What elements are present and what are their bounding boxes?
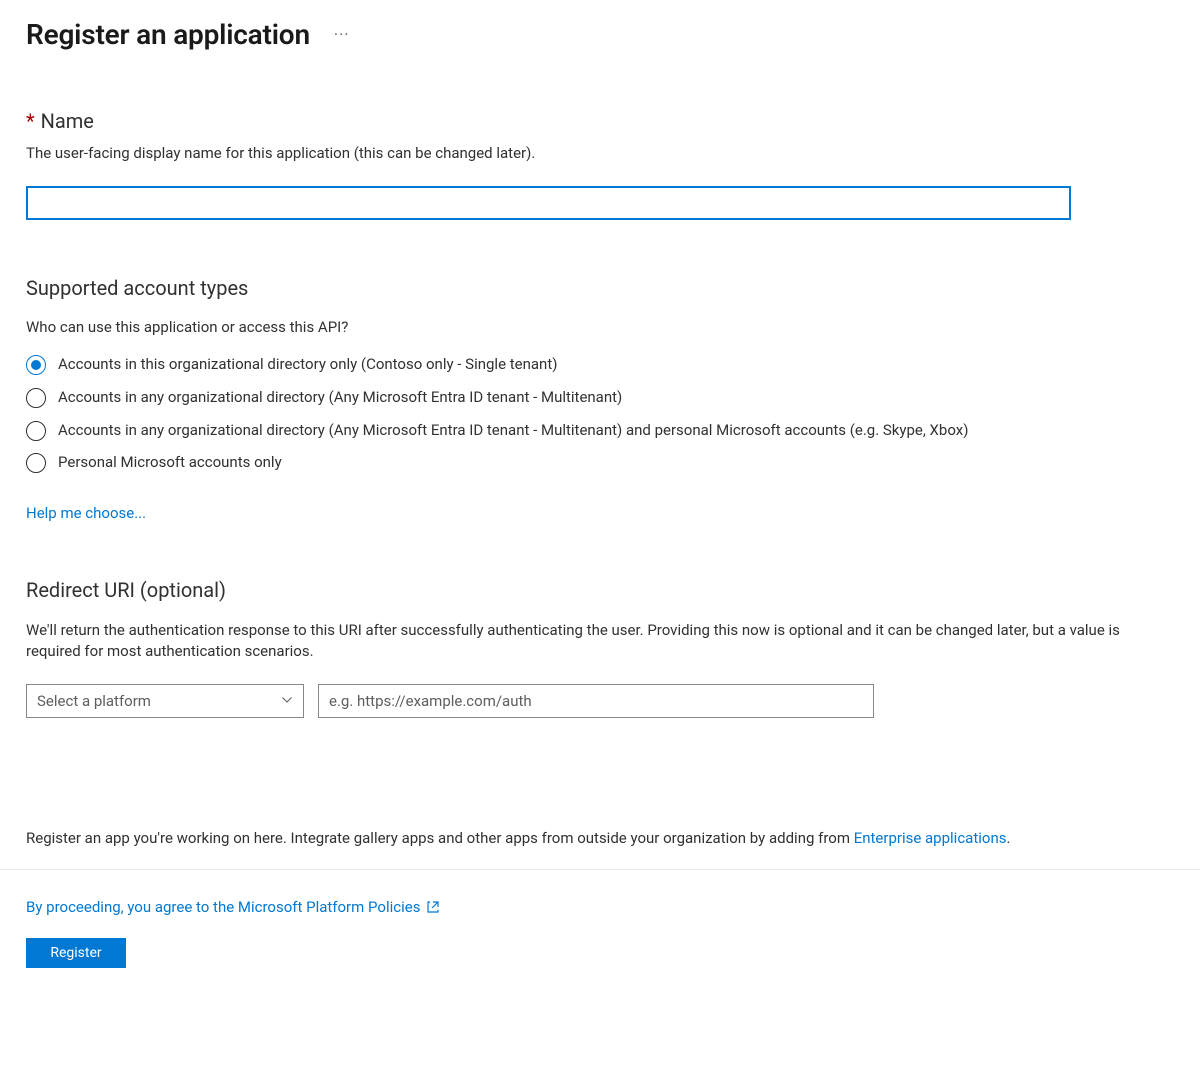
radio-label: Accounts in any organizational directory… — [58, 387, 622, 409]
account-types-section: Supported account types Who can use this… — [26, 276, 1174, 522]
footer-note: Register an app you're working on here. … — [26, 828, 1174, 849]
radio-option-multitenant[interactable]: Accounts in any organizational directory… — [26, 387, 1174, 409]
footer-note-suffix: . — [1006, 829, 1010, 847]
radio-option-single-tenant[interactable]: Accounts in this organizational director… — [26, 354, 1174, 376]
redirect-uri-input[interactable] — [318, 684, 874, 718]
name-label-text: Name — [41, 109, 94, 133]
radio-icon — [26, 388, 46, 408]
register-application-page: Register an application ··· *Name The us… — [0, 0, 1200, 998]
radio-icon — [26, 421, 46, 441]
open-external-icon — [426, 900, 440, 914]
consent-row: By proceeding, you agree to the Microsof… — [26, 898, 1174, 916]
divider — [0, 869, 1200, 870]
radio-option-personal-only[interactable]: Personal Microsoft accounts only — [26, 452, 1174, 474]
radio-icon — [26, 453, 46, 473]
required-asterisk: * — [26, 109, 35, 133]
platform-select-value: Select a platform — [37, 692, 151, 710]
title-row: Register an application ··· — [26, 18, 1174, 51]
account-types-heading: Supported account types — [26, 276, 1174, 300]
enterprise-applications-link[interactable]: Enterprise applications — [854, 829, 1007, 847]
radio-option-multitenant-personal[interactable]: Accounts in any organizational directory… — [26, 420, 1174, 442]
footer-note-prefix: Register an app you're working on here. … — [26, 829, 854, 847]
name-input[interactable] — [26, 186, 1071, 220]
redirect-description: We'll return the authentication response… — [26, 620, 1146, 662]
help-me-choose-link[interactable]: Help me choose... — [26, 504, 146, 522]
platform-policies-link[interactable]: By proceeding, you agree to the Microsof… — [26, 898, 420, 916]
name-section: *Name The user-facing display name for t… — [26, 109, 1174, 220]
register-button[interactable]: Register — [26, 938, 126, 968]
radio-label: Personal Microsoft accounts only — [58, 452, 282, 474]
platform-select[interactable]: Select a platform — [26, 684, 304, 718]
radio-label: Accounts in any organizational directory… — [58, 420, 968, 442]
chevron-down-icon — [281, 694, 293, 709]
redirect-input-row: Select a platform — [26, 684, 1174, 718]
radio-icon — [26, 355, 46, 375]
account-types-radio-group: Accounts in this organizational director… — [26, 354, 1174, 474]
redirect-heading: Redirect URI (optional) — [26, 578, 1174, 602]
radio-dot — [31, 360, 41, 370]
more-icon[interactable]: ··· — [334, 25, 350, 44]
name-field-label: *Name — [26, 109, 1174, 133]
account-types-question: Who can use this application or access t… — [26, 318, 1174, 336]
name-field-description: The user-facing display name for this ap… — [26, 143, 1174, 164]
page-title: Register an application — [26, 18, 310, 51]
radio-label: Accounts in this organizational director… — [58, 354, 557, 376]
redirect-uri-section: Redirect URI (optional) We'll return the… — [26, 578, 1174, 718]
